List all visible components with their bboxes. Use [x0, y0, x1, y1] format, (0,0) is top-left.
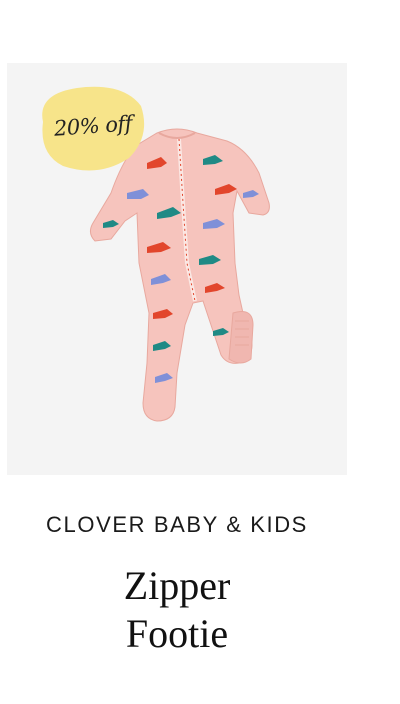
product-title-line-2: Footie — [125, 611, 229, 656]
product-title[interactable]: Zipper Footie — [0, 562, 354, 658]
product-card[interactable]: 20% off CLOVER BABY & KIDS Zipper Footie — [0, 0, 400, 704]
product-title-line-1: Zipper — [123, 563, 231, 608]
product-brand: CLOVER BABY & KIDS — [46, 512, 308, 537]
discount-badge: 20% off — [33, 82, 147, 174]
